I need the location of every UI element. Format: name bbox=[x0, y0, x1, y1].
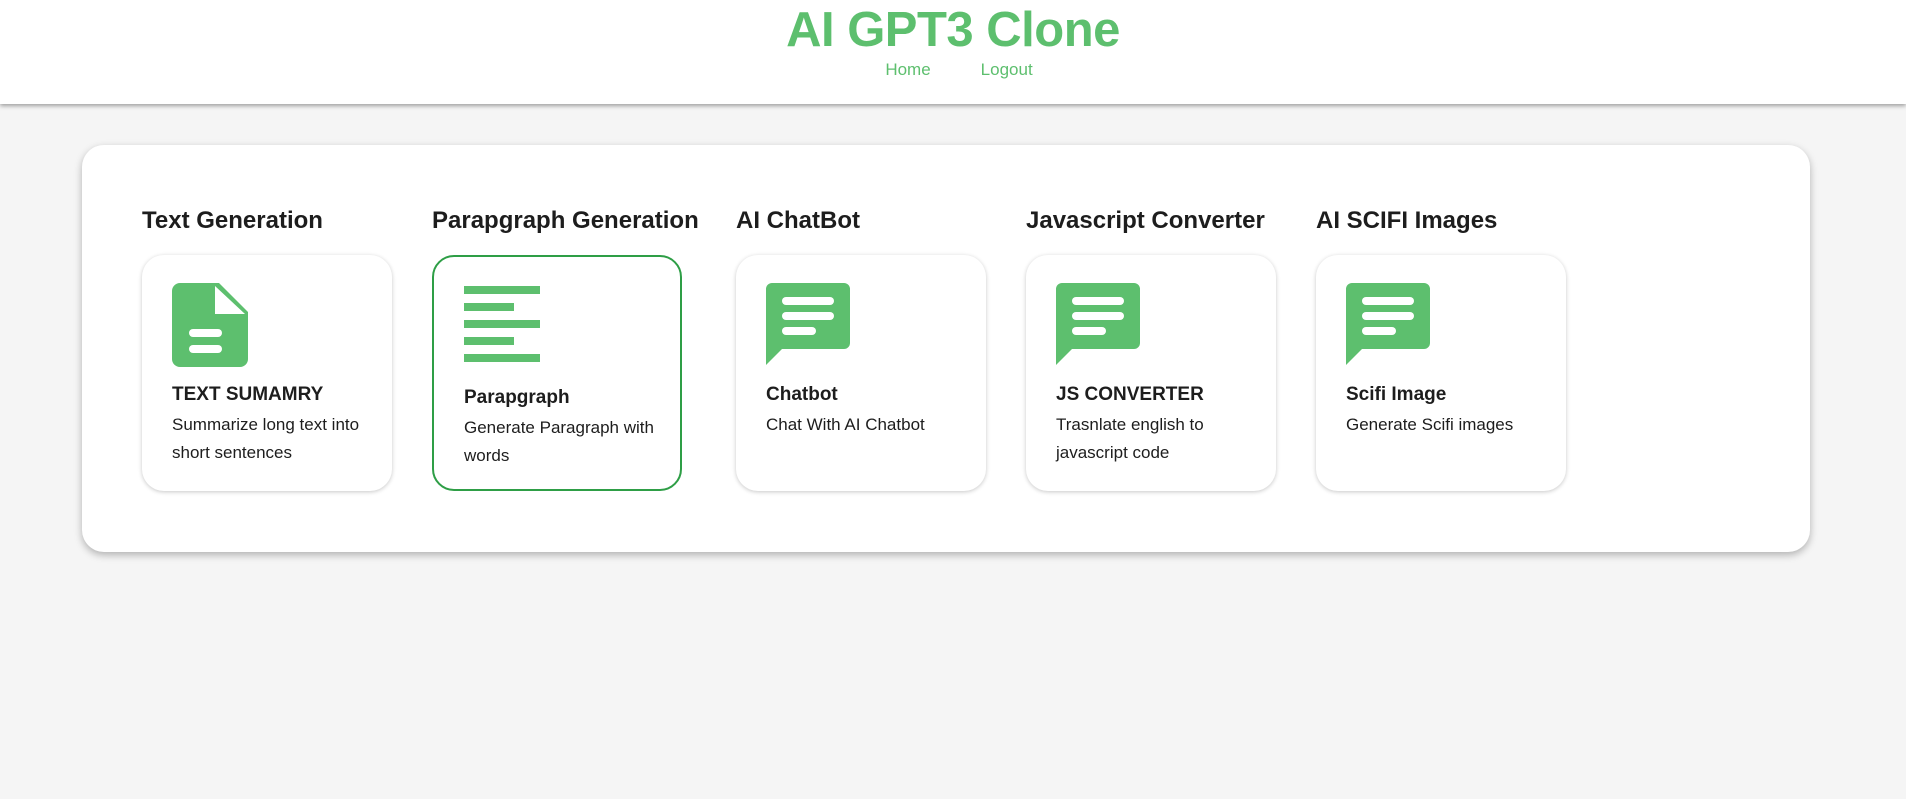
tools-panel: Text Generation TEXT SUMAMRY Summarize l… bbox=[82, 145, 1810, 552]
card-title: Parapgraph bbox=[464, 387, 570, 408]
card-paragraph[interactable]: Parapgraph Generate Paragraph with words bbox=[432, 255, 682, 491]
card-title: Chatbot bbox=[766, 384, 838, 405]
top-nav: Home Logout bbox=[0, 60, 1906, 80]
section-heading: AI SCIFI Images bbox=[1316, 207, 1498, 234]
card-title: TEXT SUMAMRY bbox=[172, 384, 324, 405]
nav-home-link[interactable]: Home bbox=[885, 60, 930, 80]
app-title: AI GPT3 Clone bbox=[786, 3, 1120, 57]
card-description: Chat With AI Chatbot bbox=[766, 415, 925, 434]
card-title: Scifi Image bbox=[1346, 384, 1447, 405]
section-heading: Text Generation bbox=[142, 207, 323, 234]
section-heading: Parapgraph Generation bbox=[432, 207, 699, 234]
card-title: JS CONVERTER bbox=[1056, 384, 1204, 405]
card-scifi-image[interactable]: Scifi Image Generate Scifi images bbox=[1316, 255, 1566, 491]
card-description: Generate Paragraph with words bbox=[464, 418, 654, 465]
section-heading: AI ChatBot bbox=[736, 207, 860, 234]
nav-logout-link[interactable]: Logout bbox=[981, 60, 1033, 80]
document-icon bbox=[172, 283, 248, 367]
card-description: Generate Scifi images bbox=[1346, 415, 1514, 434]
card-description: Summarize long text into short sentences bbox=[172, 415, 360, 462]
top-header: AI GPT3 Clone Home Logout bbox=[0, 0, 1906, 104]
section-paragraph-generation: Parapgraph Generation Parapgraph Generat… bbox=[432, 205, 699, 491]
card-description: Trasnlate english to javascript code bbox=[1056, 415, 1204, 462]
align-left-icon bbox=[464, 286, 540, 362]
card-js-converter[interactable]: JS CONVERTER Trasnlate english to javasc… bbox=[1026, 255, 1276, 491]
section-ai-chatbot: AI ChatBot Chatbot Chat With AI Chatbot bbox=[736, 205, 986, 491]
section-ai-scifi-images: AI SCIFI Images Scifi Image Generate Sci… bbox=[1316, 205, 1566, 491]
card-chatbot[interactable]: Chatbot Chat With AI Chatbot bbox=[736, 255, 986, 491]
chat-bubble-icon bbox=[1346, 283, 1430, 365]
chat-bubble-icon bbox=[1056, 283, 1140, 365]
card-text-summary[interactable]: TEXT SUMAMRY Summarize long text into sh… bbox=[142, 255, 392, 491]
section-javascript-converter: Javascript Converter JS CONVERTER Trasnl… bbox=[1026, 205, 1276, 491]
section-text-generation: Text Generation TEXT SUMAMRY Summarize l… bbox=[142, 205, 392, 491]
section-heading: Javascript Converter bbox=[1026, 207, 1265, 234]
chat-bubble-icon bbox=[766, 283, 850, 365]
